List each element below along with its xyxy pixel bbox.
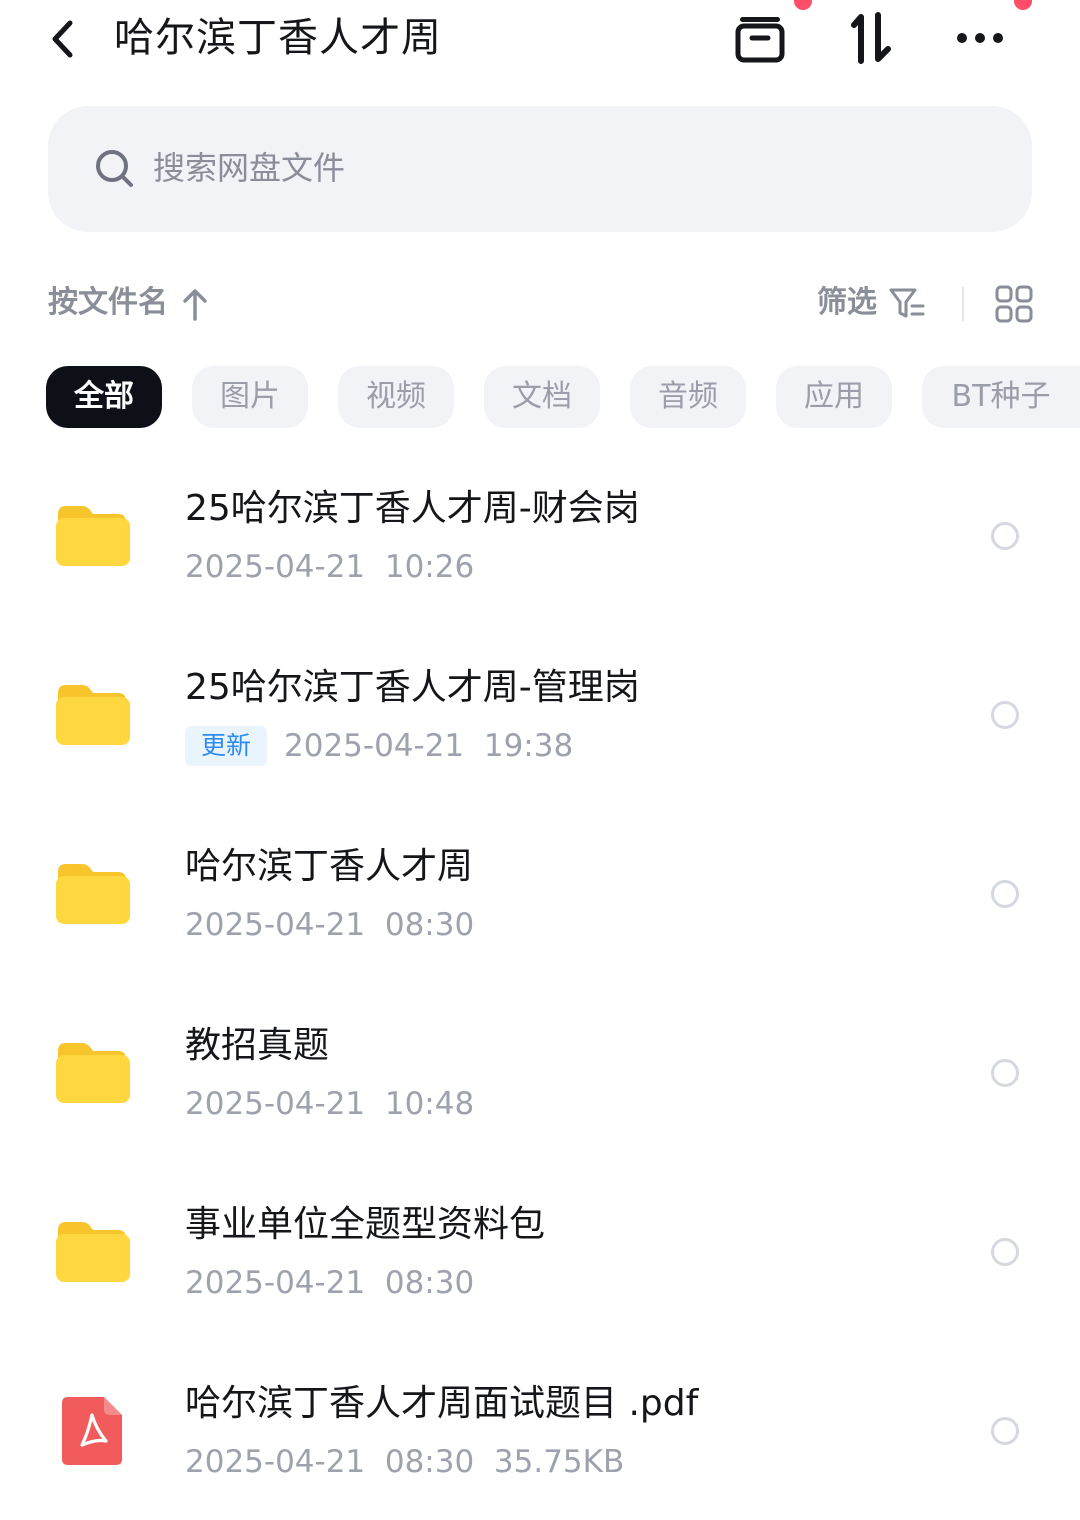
category-chip-documents[interactable]: 文档 — [484, 366, 600, 428]
select-checkbox[interactable] — [991, 1238, 1019, 1266]
select-checkbox[interactable] — [991, 880, 1019, 908]
file-meta: 2025-04-21 10:26 — [185, 549, 475, 585]
arrow-up-icon — [183, 289, 207, 321]
file-name: 哈尔滨丁香人才周面试题目 .pdf — [185, 1383, 699, 1424]
category-chip-all[interactable]: 全部 — [46, 366, 162, 428]
filter-button[interactable]: 筛选 — [817, 280, 877, 326]
file-name: 25哈尔滨丁香人才周-管理岗 — [185, 667, 640, 708]
select-checkbox[interactable] — [991, 1059, 1019, 1087]
select-checkbox[interactable] — [991, 1417, 1019, 1445]
file-row[interactable]: 25哈尔滨丁香人才周-管理岗 更新 2025-04-21 19:38 — [0, 625, 1080, 804]
file-name: 教招真题 — [185, 1025, 330, 1066]
file-meta: 2025-04-21 08:30 35.75KB — [185, 1444, 625, 1480]
file-meta: 2025-04-21 10:48 — [185, 1086, 475, 1122]
sort-transfer-icon — [851, 12, 891, 64]
folder-icon — [56, 506, 130, 566]
sort-by-name-button[interactable]: 按文件名 — [48, 280, 168, 326]
notification-dot — [1014, 0, 1032, 10]
file-name: 事业单位全题型资料包 — [185, 1204, 546, 1245]
more-dots-icon — [957, 33, 1003, 43]
select-checkbox[interactable] — [991, 522, 1019, 550]
file-meta: 2025-04-21 08:30 — [185, 907, 475, 943]
file-row[interactable]: 教招真题 2025-04-21 10:48 — [0, 983, 1080, 1162]
folder-icon — [56, 1043, 130, 1103]
archive-button[interactable] — [732, 10, 788, 66]
category-chip-images[interactable]: 图片 — [192, 366, 308, 428]
page-title: 哈尔滨丁香人才周 — [114, 15, 442, 61]
toolbar-divider — [962, 287, 964, 321]
select-checkbox[interactable] — [991, 701, 1019, 729]
notification-dot — [794, 0, 812, 10]
back-button[interactable] — [40, 14, 84, 64]
file-row[interactable]: 哈尔滨丁香人才周面试题目 .pdf 2025-04-21 08:30 35.75… — [0, 1341, 1080, 1520]
file-row[interactable]: 事业单位全题型资料包 2025-04-21 08:30 — [0, 1162, 1080, 1341]
file-name: 25哈尔滨丁香人才周-财会岗 — [185, 488, 640, 529]
transfer-button[interactable] — [842, 10, 898, 66]
grid-view-icon[interactable] — [994, 284, 1034, 324]
pdf-file-icon — [62, 1397, 122, 1465]
file-meta: 2025-04-21 19:38 — [284, 728, 574, 764]
folder-icon — [56, 864, 130, 924]
search-placeholder: 搜索网盘文件 — [153, 149, 346, 187]
more-button[interactable] — [952, 10, 1008, 66]
category-chip-apps[interactable]: 应用 — [776, 366, 892, 428]
top-bar: 哈尔滨丁香人才周 — [0, 0, 1080, 80]
chevron-left-icon — [52, 20, 73, 58]
folder-icon — [56, 1222, 130, 1282]
category-chip-bt[interactable]: BT种子 — [922, 366, 1080, 428]
category-chip-videos[interactable]: 视频 — [338, 366, 454, 428]
archive-box-icon — [735, 17, 785, 63]
file-name: 哈尔滨丁香人才周 — [185, 846, 474, 887]
file-meta: 2025-04-21 08:30 — [185, 1265, 475, 1301]
file-row[interactable]: 哈尔滨丁香人才周 2025-04-21 08:30 — [0, 804, 1080, 983]
category-chip-audio[interactable]: 音频 — [630, 366, 746, 428]
file-row[interactable]: 25哈尔滨丁香人才周-财会岗 2025-04-21 10:26 — [0, 446, 1080, 625]
search-icon — [96, 150, 133, 187]
updated-badge: 更新 — [185, 726, 267, 766]
folder-icon — [56, 685, 130, 745]
filter-icon — [889, 288, 925, 318]
